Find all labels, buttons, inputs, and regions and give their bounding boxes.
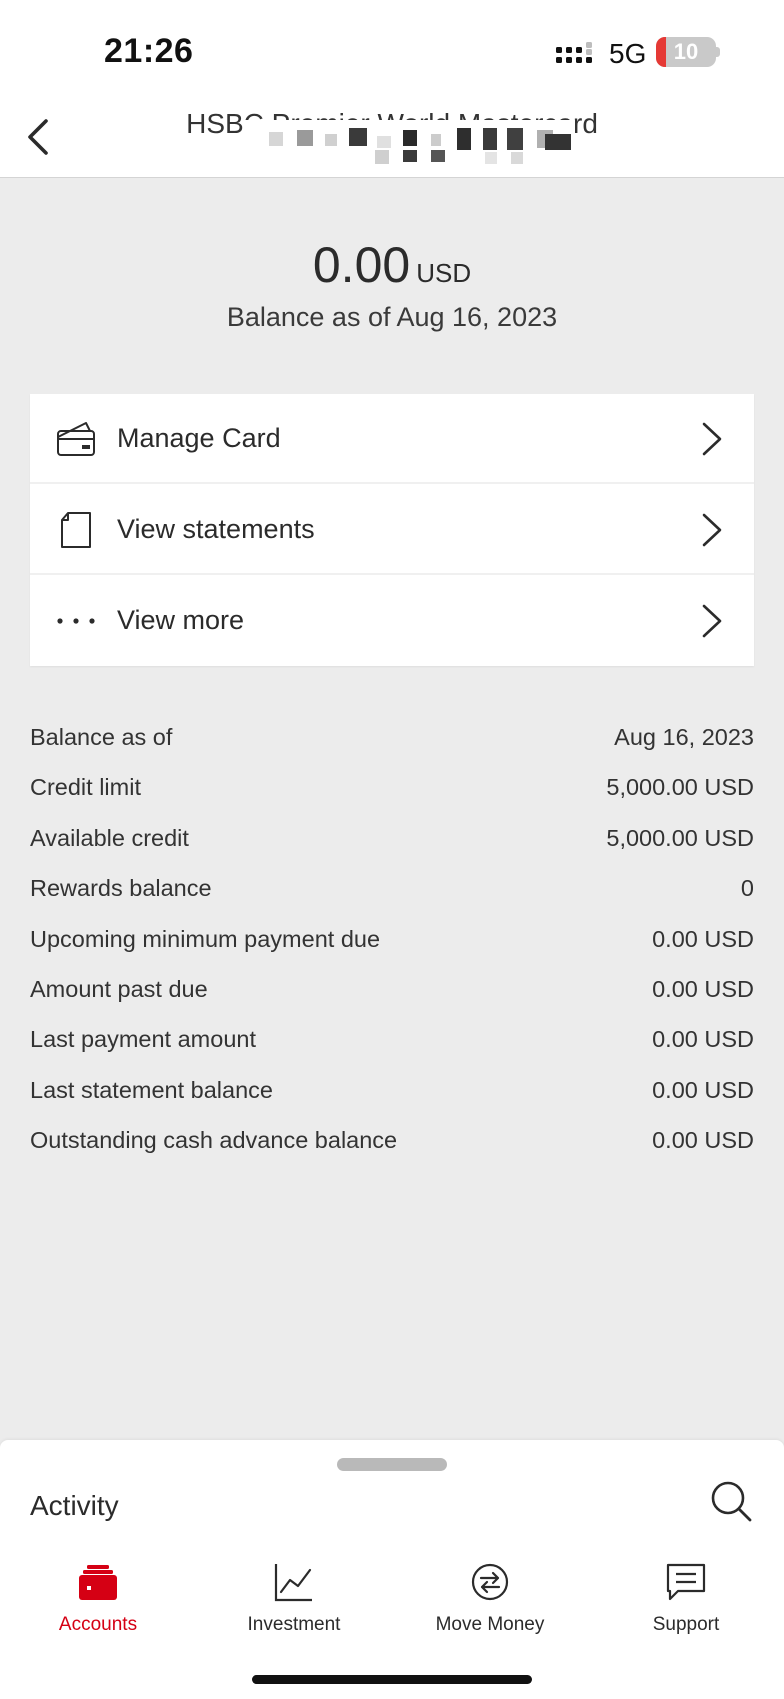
view-statements-row[interactable]: View statements [30, 485, 754, 575]
line-chart-icon [274, 1564, 312, 1602]
detail-label: Last statement balance [30, 1076, 273, 1103]
wallet-icon [79, 1565, 117, 1600]
card-icon [56, 419, 96, 459]
battery-level: 10 [673, 39, 699, 64]
detail-label: Balance as of [30, 724, 173, 750]
battery-nub [716, 47, 720, 57]
detail-row: Rewards balance 0 [30, 867, 754, 917]
signal-icon [556, 42, 592, 63]
manage-card-row[interactable]: Manage Card [30, 394, 754, 484]
balance-as-of: Balance as of Aug 16, 2023 [226, 302, 558, 332]
detail-label: Available credit [30, 824, 189, 851]
balance-currency: USD [416, 258, 472, 288]
detail-value: 5,000.00 USD [606, 774, 754, 801]
tab-label: Accounts [58, 1614, 138, 1635]
tab-move-money[interactable]: Move Money [392, 1552, 588, 1652]
search-icon[interactable] [708, 1478, 754, 1524]
detail-label: Rewards balance [30, 875, 212, 902]
header: HSBC Premier World Mastercard [0, 100, 784, 178]
detail-value: 5,000.00 USD [606, 824, 754, 851]
detail-label: Upcoming minimum payment due [30, 925, 381, 952]
detail-value: 0.00 USD [652, 1127, 754, 1154]
more-dots-icon [56, 601, 96, 641]
action-card: Manage Card View statements View more [30, 394, 754, 666]
view-statements-label: View statements [117, 514, 315, 544]
detail-row: Last payment amount 0.00 USD [30, 1018, 754, 1068]
detail-label: Last payment amount [30, 1026, 256, 1053]
manage-card-label: Manage Card [117, 423, 281, 453]
detail-label: Outstanding cash advance balance [30, 1127, 398, 1154]
detail-row: Outstanding cash advance balance 0.00 US… [30, 1119, 754, 1169]
detail-row: Upcoming minimum payment due 0.00 USD [30, 918, 754, 968]
chat-icon [666, 1563, 706, 1601]
detail-value: 0 [740, 875, 754, 902]
battery-icon: 10 [656, 37, 716, 67]
detail-row: Available credit 5,000.00 USD [30, 817, 754, 867]
tab-support[interactable]: Support [588, 1552, 784, 1652]
chevron-right-icon [702, 604, 722, 638]
tab-label: Move Money [435, 1614, 545, 1635]
redaction-mosaic [245, 120, 575, 176]
activity-sheet: Activity Accounts Investment Move Money … [0, 1440, 784, 1699]
detail-row: Amount past due 0.00 USD [30, 968, 754, 1018]
transfer-icon [471, 1563, 509, 1601]
detail-row: Credit limit 5,000.00 USD [30, 766, 754, 816]
detail-value: 0.00 USD [652, 975, 754, 1002]
tab-accounts[interactable]: Accounts [0, 1552, 196, 1652]
screen: 21:26 5G 10 HSBC Premier World Mastercar… [0, 0, 784, 1699]
tab-label: Investment [247, 1614, 341, 1635]
detail-label: Credit limit [30, 774, 141, 801]
detail-row: Last statement balance 0.00 USD [30, 1069, 754, 1119]
tab-label: Support [652, 1614, 720, 1635]
detail-row: Balance as of Aug 16, 2023 [30, 716, 754, 766]
detail-value: 0.00 USD [652, 925, 754, 952]
tab-investment[interactable]: Investment [196, 1552, 392, 1652]
view-more-row[interactable]: View more [30, 576, 754, 666]
detail-value: Aug 16, 2023 [614, 724, 754, 750]
activity-title: Activity [30, 1490, 119, 1521]
balance-amount: 0.00 USD [0, 236, 784, 294]
detail-value: 0.00 USD [652, 1026, 754, 1053]
status-bar: 21:26 5G 10 [0, 0, 784, 100]
home-indicator [252, 1675, 532, 1684]
network-type: 5G [609, 38, 647, 69]
chevron-right-icon [702, 422, 722, 456]
sheet-drag-handle[interactable] [337, 1458, 447, 1471]
tab-bar: Accounts Investment Move Money Support [0, 1552, 784, 1652]
balance-value: 0.00 [312, 237, 411, 293]
status-time: 21:26 [104, 32, 194, 70]
document-icon [56, 510, 96, 550]
detail-value: 0.00 USD [652, 1076, 754, 1103]
detail-label: Amount past due [30, 975, 208, 1002]
view-more-label: View more [117, 605, 245, 635]
account-details: Balance as of Aug 16, 2023 Credit limit … [30, 716, 754, 1170]
chevron-right-icon [702, 513, 722, 547]
